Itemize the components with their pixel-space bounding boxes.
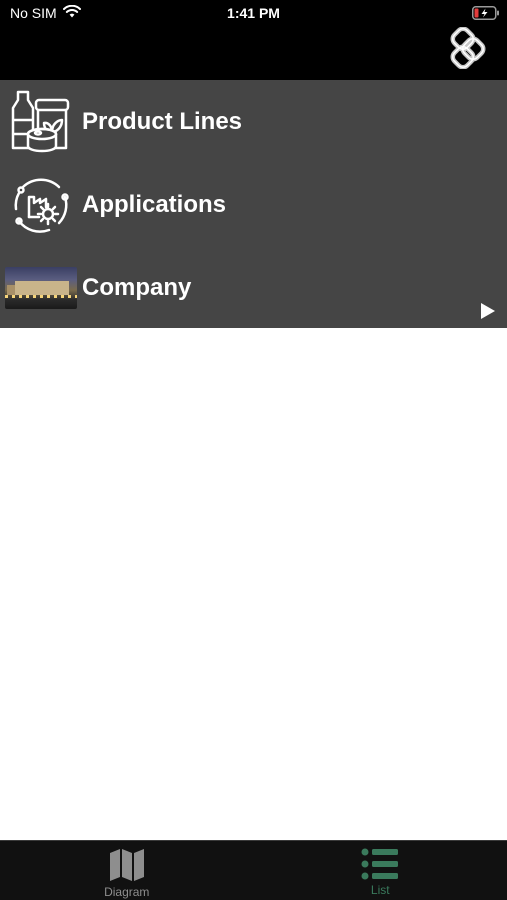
app-screen: No SIM 1:41 PM Product Lines Application… (0, 0, 507, 900)
factory-gear-icon (5, 172, 77, 238)
tab-bar: Diagram List (0, 840, 507, 900)
product-containers-icon (5, 89, 77, 155)
list-item-label: Applications (82, 190, 227, 218)
battery-charging-icon (472, 6, 499, 20)
list-item-product-lines[interactable]: Product Lines (0, 80, 507, 163)
list-item-company[interactable]: Company (0, 246, 507, 329)
tab-label: List (370, 883, 390, 897)
list-item-applications[interactable]: Applications (0, 163, 507, 246)
list-item-label: Product Lines (82, 107, 243, 135)
top-bar: No SIM 1:41 PM (0, 0, 507, 80)
status-time: 1:41 PM (227, 5, 280, 21)
list-item-label: Company (82, 273, 192, 301)
tab-list[interactable]: List (254, 841, 507, 900)
map-icon (109, 849, 144, 881)
chain-link-logo-icon[interactable] (447, 27, 489, 69)
tab-diagram[interactable]: Diagram (0, 841, 254, 900)
play-icon[interactable] (481, 303, 495, 319)
menu-list: Product Lines Applications Company (0, 80, 507, 328)
tab-label: Diagram (104, 885, 150, 899)
company-photo (5, 266, 77, 309)
company-building-photo (5, 255, 77, 321)
list-icon (361, 848, 399, 880)
